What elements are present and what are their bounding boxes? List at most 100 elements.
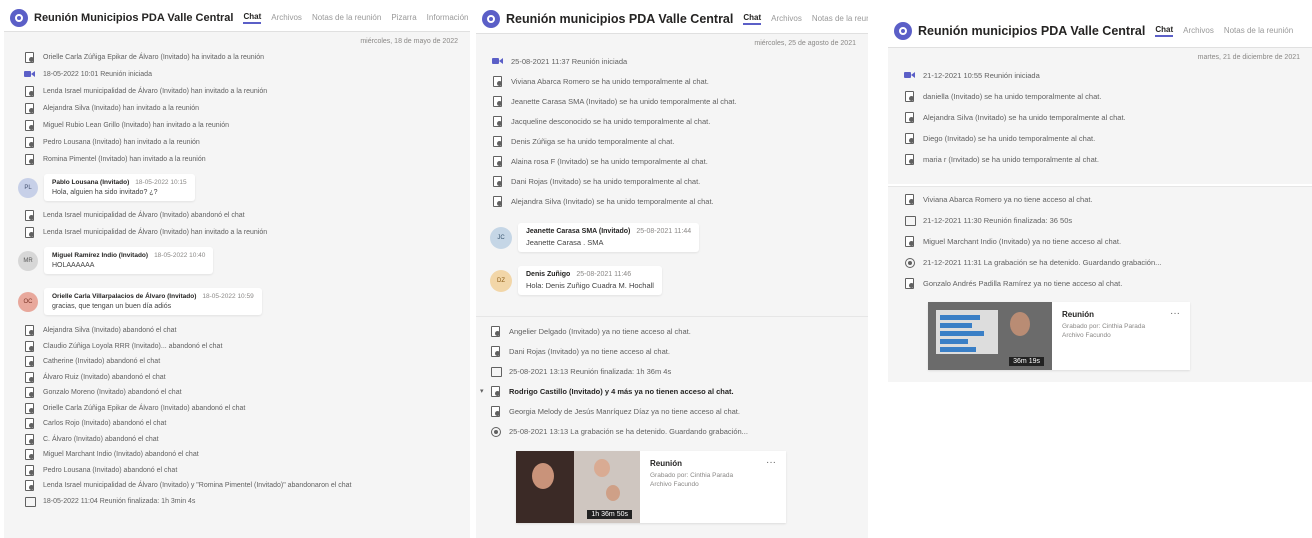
event-text: Angelier Delgado (Invitado) ya no tiene … — [509, 326, 691, 336]
person-icon — [24, 227, 35, 238]
meeting-title: Reunión municipios PDA Valle Central — [506, 11, 734, 26]
message-text: Hola, alguien ha sido invitado? ¿? — [52, 189, 158, 196]
event-row: Angelier Delgado (Invitado) ya no tiene … — [476, 321, 868, 341]
event-text: Jacqueline desconocido se ha unido tempo… — [511, 116, 711, 126]
meeting-icon — [10, 8, 28, 27]
person-icon — [492, 175, 503, 187]
event-text: Viviana Abarca Romero ya no tiene acceso… — [923, 195, 1093, 204]
event-list: Alejandra Silva (Invitado) abandonó el c… — [4, 323, 470, 509]
event-row: 18-05-2022 11:04 Reunión finalizada: 1h … — [4, 494, 470, 510]
avatar: OC — [18, 292, 38, 312]
recording-card[interactable]: 1h 36m 50s Reunión Grabado por: Cinthia … — [516, 451, 786, 523]
person-icon — [24, 402, 35, 414]
more-options-icon[interactable]: ··· — [1170, 308, 1180, 319]
message-bubble[interactable]: Pablo Lousana (Invitado) 18-05-2022 10:15… — [44, 174, 195, 201]
tab-chat[interactable]: Chat — [743, 13, 762, 25]
tab-files[interactable]: Archivos — [771, 14, 802, 23]
event-text: 25-08-2021 11:37 Reunión iniciada — [511, 56, 628, 66]
meeting-title: Reunión municipios PDA Valle Central — [918, 23, 1146, 38]
tab-chat[interactable]: Chat — [243, 12, 262, 24]
event-text: Alejandra Silva (Invitado) se ha unido t… — [923, 113, 1126, 122]
event-row: Lenda Israel municipalidad de Álvaro (In… — [4, 83, 470, 100]
sender-name: Denis Zuñigo — [526, 271, 571, 278]
event-row: Alejandra Silva (Invitado) abandonó el c… — [4, 323, 470, 339]
event-row: 21-12-2021 11:30 Reunión finalizada: 36 … — [888, 210, 1312, 231]
message-text: HOLAAAAAA — [52, 262, 95, 269]
event-text: 21-12-2021 10:55 Reunión iniciada — [923, 71, 1040, 80]
event-text: maria r (Invitado) se ha unido temporalm… — [923, 155, 1099, 164]
chat-panel-may: Reunión Municipios PDA Valle Central Cha… — [4, 4, 470, 538]
tab-meeting-info[interactable]: Información de la reunión — [427, 13, 470, 22]
person-icon — [490, 325, 501, 337]
tab-files[interactable]: Archivos — [1183, 26, 1214, 35]
chat-header: Reunión municipios PDA Valle Central Cha… — [888, 14, 1312, 48]
person-icon — [904, 154, 915, 165]
event-row-expandable[interactable]: ▾ Rodrigo Castillo (Invitado) y 4 más ya … — [476, 381, 868, 401]
video-icon — [24, 69, 35, 80]
event-text: Orielle Carla Zúñiga Epikar de Álvaro (I… — [43, 404, 246, 412]
event-text: Romina Pimentel (Invitado) han invitado … — [43, 156, 206, 163]
message-bubble[interactable]: Jeanette Carasa SMA (Invitado) 25-08-2021… — [518, 223, 700, 252]
message-bubble[interactable]: Miguel Ramírez Indio (Invitado) 18-05-202… — [44, 247, 214, 274]
message-text: Jeanette Carasa . SMA — [526, 238, 604, 247]
more-options-icon[interactable]: ··· — [766, 457, 776, 468]
person-icon — [24, 418, 35, 430]
person-icon — [904, 133, 915, 144]
event-list: Orielle Carla Zúñiga Epikar de Álvaro (I… — [4, 49, 470, 168]
recording-duration: 1h 36m 50s — [587, 510, 632, 519]
person-icon — [24, 464, 35, 476]
event-text: Lenda Israel municipalidad de Álvaro (In… — [43, 212, 245, 219]
sender-line: Miguel Ramírez Indio (Invitado) 18-05-202… — [52, 252, 205, 259]
recording-location: Archivo Facundo — [1062, 331, 1111, 339]
recording-title: Reunión — [1062, 310, 1094, 319]
person-icon — [490, 405, 501, 417]
meeting-icon — [482, 9, 500, 28]
chat-panel-december-end: Viviana Abarca Romero ya no tiene acceso… — [888, 186, 1312, 382]
event-row: Alejandra Silva (Invitado) han invitado … — [4, 100, 470, 117]
event-text: Catherine (Invitado) abandonó el chat — [43, 358, 161, 366]
tab-whiteboard[interactable]: Pizarra — [391, 13, 416, 22]
person-icon — [904, 278, 915, 289]
recording-card[interactable]: 36m 19s Reunión Grabado por: Cinthia Par… — [928, 302, 1190, 370]
event-text: 25-08-2021 13:13 La grabación se ha dete… — [509, 426, 748, 436]
tab-meeting-notes[interactable]: Notas de la reunión — [312, 13, 381, 22]
chevron-down-icon[interactable]: ▾ — [480, 387, 484, 395]
event-text: Viviana Abarca Romero se ha unido tempor… — [511, 76, 709, 86]
tab-files[interactable]: Archivos — [271, 13, 302, 22]
person-icon — [24, 210, 35, 221]
event-text: Denis Zúñiga se ha unido temporalmente a… — [511, 136, 675, 146]
event-text: Carlos Rojo (Invitado) abandonó el chat — [43, 420, 167, 428]
calendar-icon — [904, 215, 916, 226]
person-icon — [24, 356, 35, 368]
event-text: Georgia Melody de Jesús Manríquez Díaz y… — [509, 406, 740, 416]
message-time: 18-05-2022 10:40 — [154, 252, 206, 259]
recording-title: Reunión — [650, 459, 682, 468]
tab-chat[interactable]: Chat — [1155, 25, 1174, 37]
event-text: Miguel Marchant Indio (Invitado) ya no t… — [923, 237, 1122, 246]
video-icon — [492, 56, 503, 67]
tab-meeting-notes[interactable]: Notas de la reunión — [812, 14, 868, 23]
event-text: Diego (Invitado) se ha unido temporalmen… — [923, 134, 1096, 143]
event-text: 21-12-2021 11:31 La grabación se ha dete… — [923, 258, 1162, 267]
event-row: Romina Pimentel (Invitado) han invitado … — [4, 151, 470, 168]
message-bubble[interactable]: Orielle Carla Villarpalacios de Álvaro (… — [44, 288, 262, 315]
recording-author: Grabado por: Cinthia Parada — [1062, 323, 1146, 330]
message-time: 18-05-2022 10:59 — [202, 293, 254, 300]
person-icon — [24, 103, 35, 114]
person-icon — [904, 194, 915, 205]
person-icon — [904, 236, 915, 247]
sender-name: Miguel Ramírez Indio (Invitado) — [52, 252, 149, 259]
recording-thumbnail[interactable]: 36m 19s — [928, 302, 1052, 370]
event-text: Orielle Carla Zúñiga Epikar de Álvaro (I… — [43, 54, 265, 61]
message-bubble[interactable]: Denis Zuñigo 25-08-2021 11:46 Hola: Denis… — [518, 266, 662, 295]
event-text: Miguel Rubio Lean Grillo (Invitado) han … — [43, 122, 229, 129]
event-row: Alaina rosa F (Invitado) se ha unido tem… — [476, 151, 868, 171]
event-row: 25-08-2021 13:13 Reunión finalizada: 1h … — [476, 361, 868, 381]
message-text: gracias, que tengan un buen día adiós — [52, 303, 172, 310]
chat-message: PL Pablo Lousana (Invitado) 18-05-2022 10… — [18, 174, 470, 201]
recording-thumbnail[interactable]: 1h 36m 50s — [516, 451, 640, 523]
event-row: Pedro Lousana (Invitado) han invitado a … — [4, 134, 470, 151]
tab-meeting-notes[interactable]: Notas de la reunión — [1224, 26, 1293, 35]
chat-header: Reunión Municipios PDA Valle Central Cha… — [4, 4, 470, 32]
event-row: Orielle Carla Zúñiga Epikar de Álvaro (I… — [4, 401, 470, 417]
